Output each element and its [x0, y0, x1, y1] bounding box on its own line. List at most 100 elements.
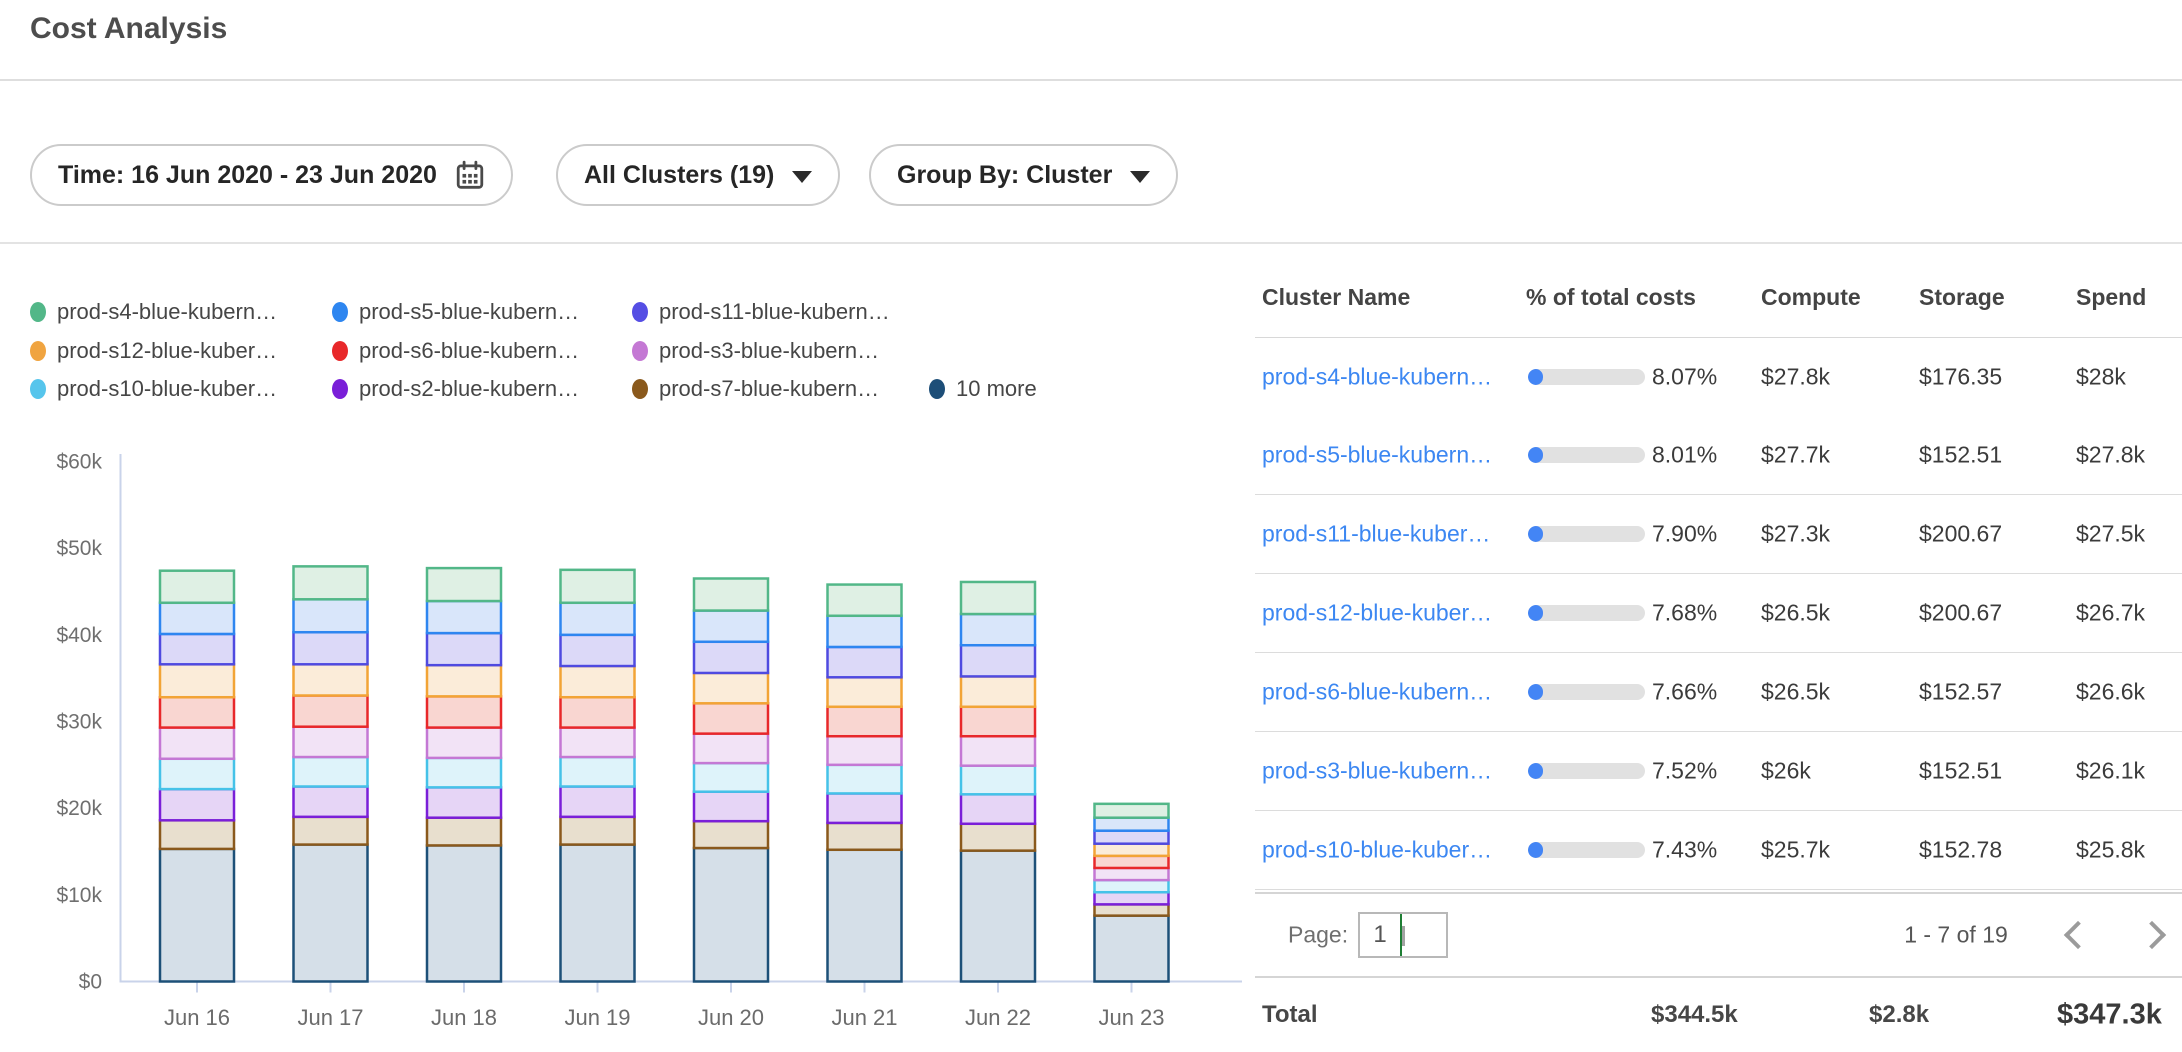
svg-text:Jun 22: Jun 22	[965, 1005, 1031, 1030]
header-divider	[0, 79, 2182, 81]
pct-progress-fill	[1528, 684, 1543, 700]
page-label: Page:	[1288, 922, 1348, 949]
spend-value: $26.6k	[2076, 679, 2145, 706]
legend-item[interactable]: prod-s6-blue-kubern…	[332, 338, 579, 364]
legend-item[interactable]: prod-s12-blue-kuber…	[30, 338, 277, 364]
clusters-filter-dropdown[interactable]: All Clusters (19)	[556, 144, 840, 206]
chevron-down-icon	[792, 171, 812, 183]
pct-progress-bar	[1528, 447, 1645, 463]
legend-dot	[332, 302, 348, 322]
legend-dot	[30, 379, 46, 399]
legend-label: prod-s3-blue-kubern…	[659, 338, 879, 364]
cluster-name-link[interactable]: prod-s3-blue-kubern…	[1262, 758, 1492, 785]
pct-value: 7.66%	[1652, 679, 1717, 706]
svg-text:Jun 18: Jun 18	[431, 1005, 497, 1030]
legend-label: prod-s10-blue-kuber…	[57, 376, 277, 402]
time-range-filter-button[interactable]: Time: 16 Jun 2020 - 23 Jun 2020	[30, 144, 513, 206]
legend-item[interactable]: prod-s11-blue-kubern…	[632, 299, 890, 325]
cluster-name-link[interactable]: prod-s5-blue-kubern…	[1262, 442, 1492, 469]
pct-value: 8.07%	[1652, 363, 1717, 390]
time-range-label: Time: 16 Jun 2020 - 23 Jun 2020	[58, 161, 437, 190]
total-label: Total	[1262, 1001, 1318, 1029]
table-row: prod-s11-blue-kuber… 7.90% $27.3k $200.6…	[1255, 495, 2182, 574]
storage-value: $200.67	[1919, 600, 2002, 627]
cluster-name-link[interactable]: prod-s6-blue-kubern…	[1262, 679, 1492, 706]
cluster-name-link[interactable]: prod-s11-blue-kuber…	[1262, 521, 1490, 548]
svg-text:$40k: $40k	[56, 624, 102, 647]
filters-divider	[0, 242, 2182, 244]
spend-value: $27.5k	[2076, 521, 2145, 548]
table-row: prod-s4-blue-kubern… 8.07% $27.8k $176.3…	[1255, 337, 2182, 416]
storage-value: $152.57	[1919, 679, 2002, 706]
legend-label: prod-s4-blue-kubern…	[57, 299, 277, 325]
chevron-down-icon	[1130, 171, 1150, 183]
legend-label: prod-s2-blue-kubern…	[359, 376, 579, 402]
storage-value: $152.51	[1919, 758, 2002, 785]
compute-value: $26.5k	[1761, 600, 1830, 627]
compute-value: $26.5k	[1761, 679, 1830, 706]
svg-text:Jun 23: Jun 23	[1098, 1005, 1164, 1030]
calendar-icon	[455, 160, 485, 190]
compute-value: $27.8k	[1761, 363, 1830, 390]
pct-progress-fill	[1528, 842, 1543, 858]
column-header-pct: % of total costs	[1526, 284, 1696, 311]
svg-text:Jun 19: Jun 19	[564, 1005, 630, 1030]
pct-progress-bar	[1528, 605, 1645, 621]
legend-label: prod-s11-blue-kubern…	[659, 299, 890, 325]
spend-value: $28k	[2076, 363, 2126, 390]
legend-label: prod-s6-blue-kubern…	[359, 338, 579, 364]
svg-text:Jun 17: Jun 17	[297, 1005, 363, 1030]
legend-dot	[632, 341, 648, 361]
legend-label: 10 more	[956, 376, 1037, 402]
pct-progress-bar	[1528, 763, 1645, 779]
pct-progress-bar	[1528, 369, 1645, 385]
storage-value: $152.78	[1919, 837, 2002, 864]
cluster-name-link[interactable]: prod-s4-blue-kubern…	[1262, 363, 1492, 390]
svg-text:Jun 16: Jun 16	[164, 1005, 230, 1030]
legend-item[interactable]: prod-s3-blue-kubern…	[632, 338, 879, 364]
compute-value: $25.7k	[1761, 837, 1830, 864]
legend-label: prod-s5-blue-kubern…	[359, 299, 579, 325]
legend-dot	[332, 341, 348, 361]
spend-value: $27.8k	[2076, 442, 2145, 469]
legend-item[interactable]: 10 more	[929, 376, 1037, 402]
pagination-range: 1 - 7 of 19	[1901, 922, 2011, 949]
column-header-compute: Compute	[1761, 284, 1861, 311]
cluster-name-link[interactable]: prod-s12-blue-kuber…	[1262, 600, 1492, 627]
legend-item[interactable]: prod-s4-blue-kubern…	[30, 299, 277, 325]
pct-progress-fill	[1528, 369, 1543, 385]
pct-value: 7.68%	[1652, 600, 1717, 627]
pct-progress-fill	[1528, 605, 1543, 621]
legend-item[interactable]: prod-s5-blue-kubern…	[332, 299, 579, 325]
legend-item[interactable]: prod-s10-blue-kuber…	[30, 376, 277, 402]
next-page-button[interactable]	[2135, 915, 2175, 955]
column-header-cluster-name: Cluster Name	[1262, 284, 1410, 311]
chevron-down-icon	[1402, 926, 1405, 946]
svg-text:Jun 20: Jun 20	[698, 1005, 764, 1030]
pct-progress-fill	[1528, 526, 1543, 542]
previous-page-button[interactable]	[2055, 915, 2095, 955]
table-row: prod-s12-blue-kuber… 7.68% $26.5k $200.6…	[1255, 574, 2182, 653]
legend-dot	[632, 379, 648, 399]
table-row: prod-s6-blue-kubern… 7.66% $26.5k $152.5…	[1255, 653, 2182, 732]
group-by-dropdown[interactable]: Group By: Cluster	[869, 144, 1178, 206]
legend-dot	[30, 341, 46, 361]
compute-value: $27.3k	[1761, 521, 1830, 548]
group-by-label: Group By: Cluster	[897, 161, 1112, 190]
svg-text:$20k: $20k	[56, 797, 102, 820]
cluster-name-link[interactable]: prod-s10-blue-kuber…	[1262, 837, 1492, 864]
legend-item[interactable]: prod-s2-blue-kubern…	[332, 376, 579, 402]
total-storage-value: $2.8k	[1869, 1001, 1929, 1029]
pct-value: 7.52%	[1652, 758, 1717, 785]
compute-value: $27.7k	[1761, 442, 1830, 469]
legend-item[interactable]: prod-s7-blue-kubern…	[632, 376, 879, 402]
svg-text:$0: $0	[79, 971, 102, 994]
pct-value: 7.90%	[1652, 521, 1717, 548]
table-pagination: Page: 1 1 - 7 of 19	[1255, 892, 2182, 978]
storage-value: $176.35	[1919, 363, 2002, 390]
page-number-select[interactable]: 1	[1358, 912, 1448, 958]
pct-progress-bar	[1528, 526, 1645, 542]
pct-progress-bar	[1528, 684, 1645, 700]
table-total-row: Total $344.5k $2.8k $347.3k	[1255, 978, 2182, 1052]
cost-stacked-bar-chart: $0$10k$20k$30k$40k$50k$60kJun 16Jun 17Ju…	[0, 430, 1246, 1052]
